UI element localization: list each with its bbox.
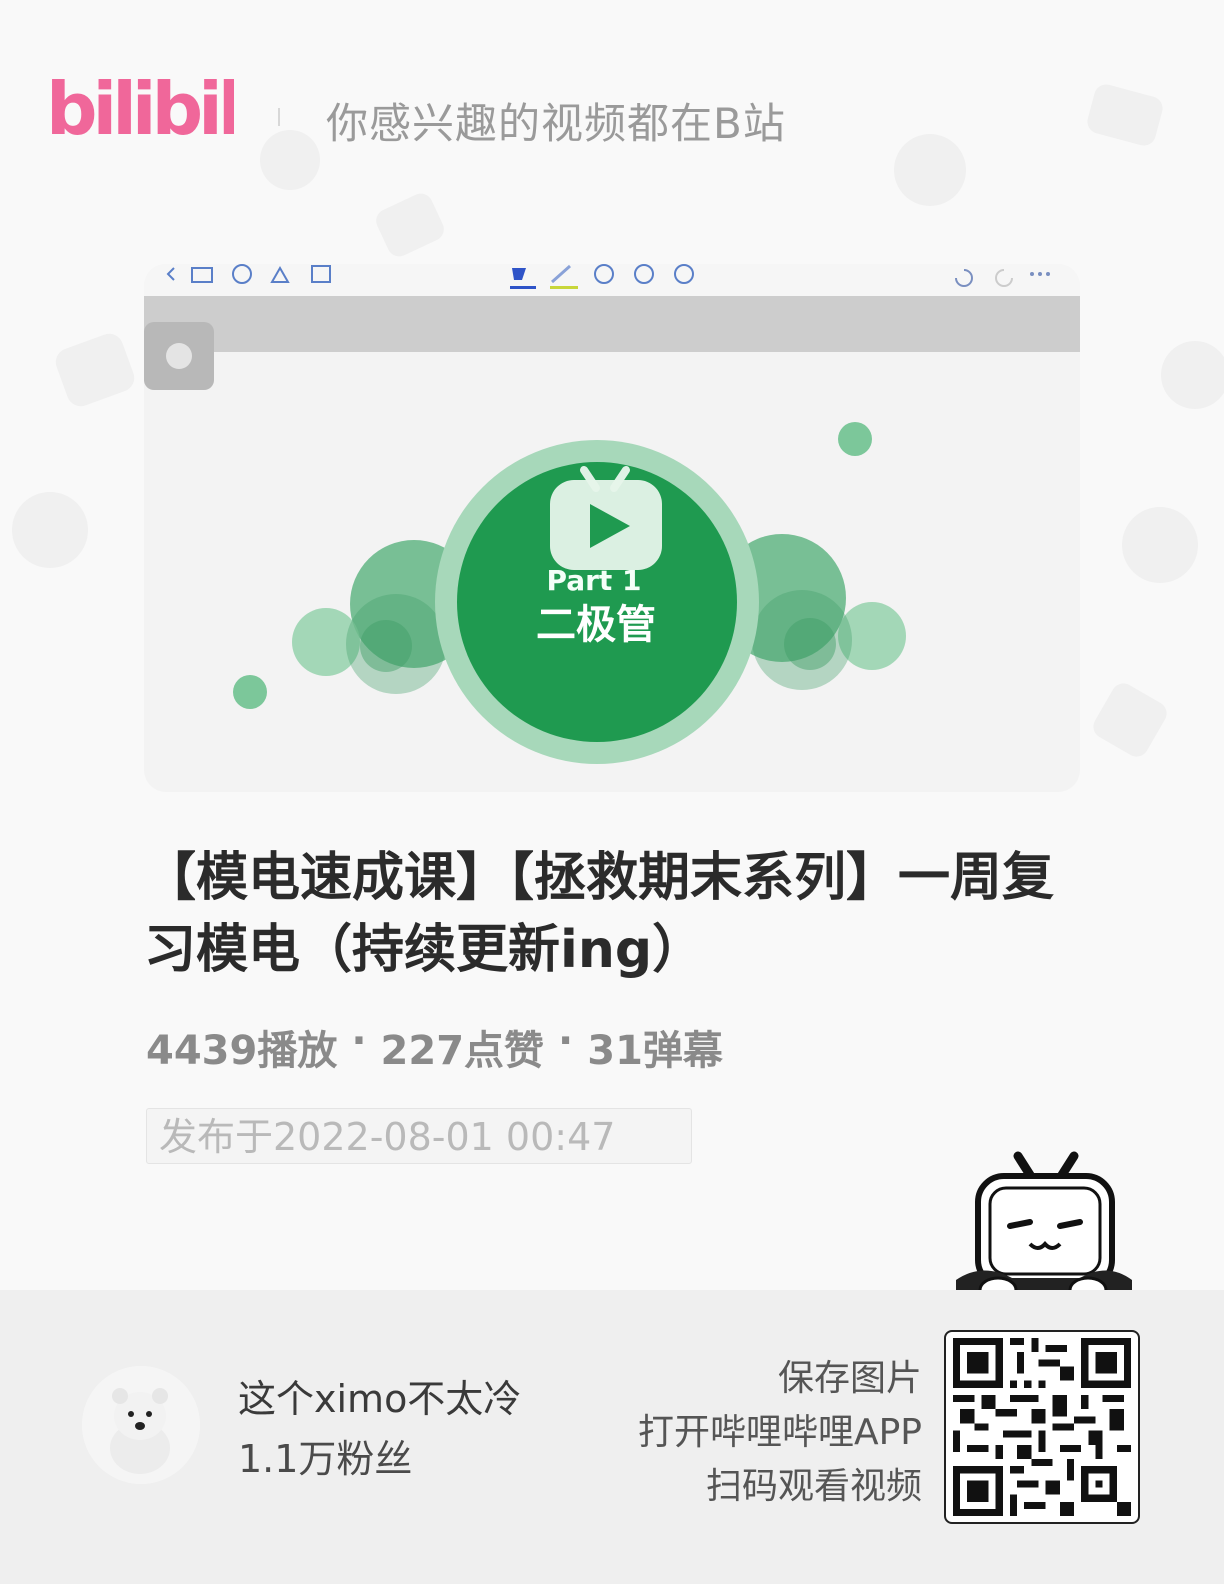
header-slogan: 你感兴趣的视频都在B站 <box>326 99 786 148</box>
stats-separator: · <box>351 1018 367 1064</box>
like-count: 227点赞 <box>380 1028 545 1074</box>
slide-topic-label: 二极管 <box>536 602 656 648</box>
play-icon[interactable] <box>550 466 662 570</box>
scan-instructions: 保存图片 打开哔哩哔哩APP 扫码观看视频 <box>638 1352 922 1514</box>
scan-line-watch: 扫码观看视频 <box>705 1466 922 1507</box>
video-title[interactable]: 【模电速成课】【拯救期末系列】一周复习模电（持续更新ing） <box>144 842 1084 986</box>
uploader-avatar[interactable] <box>82 1366 200 1484</box>
publish-time: 发布于2022-08-01 00:47 <box>146 1108 692 1164</box>
stats-separator: · <box>558 1018 574 1064</box>
play-count: 4439播放 <box>146 1028 338 1074</box>
video-stats: 4439播放 · 227点赞 · 31弹幕 <box>146 1018 723 1076</box>
uploader-name[interactable]: 这个ximo不太冷 <box>238 1368 521 1423</box>
tv-mascot-icon <box>956 1151 1132 1304</box>
qr-code-icon <box>953 1338 1131 1516</box>
svg-text:bilibili: bilibili <box>46 67 234 148</box>
bilibili-logo: bilibili <box>46 67 234 148</box>
scan-line-open-app: 打开哔哩哔哩APP <box>637 1412 922 1453</box>
qr-code[interactable] <box>944 1330 1140 1524</box>
scan-line-save: 保存图片 <box>777 1358 922 1399</box>
video-cover[interactable]: Part 1 二极管 <box>144 264 1080 792</box>
polar-bear-avatar-icon <box>82 1366 200 1484</box>
share-footer: 这个ximo不太冷 1.1万粉丝 保存图片 打开哔哩哔哩APP 扫码观看视频 <box>0 1290 1224 1584</box>
danmaku-count: 31弹幕 <box>587 1028 723 1074</box>
uploader-fans: 1.1万粉丝 <box>238 1437 413 1481</box>
slide-graphic: Part 1 二极管 <box>233 422 906 764</box>
header-divider <box>278 108 280 126</box>
